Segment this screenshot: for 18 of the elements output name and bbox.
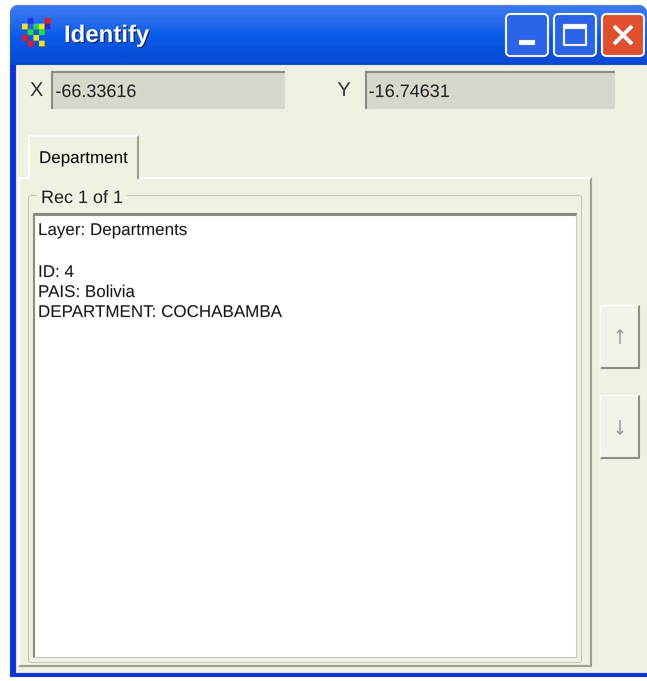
down-arrow-icon: [616, 418, 624, 434]
field-line: PAIS: Bolivia: [38, 282, 136, 302]
up-arrow-icon: [616, 328, 624, 344]
close-button[interactable]: [601, 13, 645, 57]
x-label: X: [30, 78, 44, 103]
close-icon: [611, 23, 635, 47]
window-title: Identify: [64, 20, 150, 50]
y-field[interactable]: -16.74631: [364, 71, 615, 109]
x-field[interactable]: -66.33616: [51, 71, 286, 109]
y-label: Y: [337, 78, 351, 103]
minimize-button[interactable]: [505, 13, 549, 57]
layer-line: Layer: Departments: [38, 220, 188, 240]
maximize-button[interactable]: [553, 13, 597, 57]
field-line: ID: 4: [38, 262, 74, 282]
field-line: DEPARTMENT: COCHABAMBA: [38, 302, 282, 322]
tab[interactable]: Department: [28, 135, 139, 179]
next-record-button[interactable]: [600, 395, 640, 459]
previous-record-button[interactable]: [600, 305, 640, 369]
